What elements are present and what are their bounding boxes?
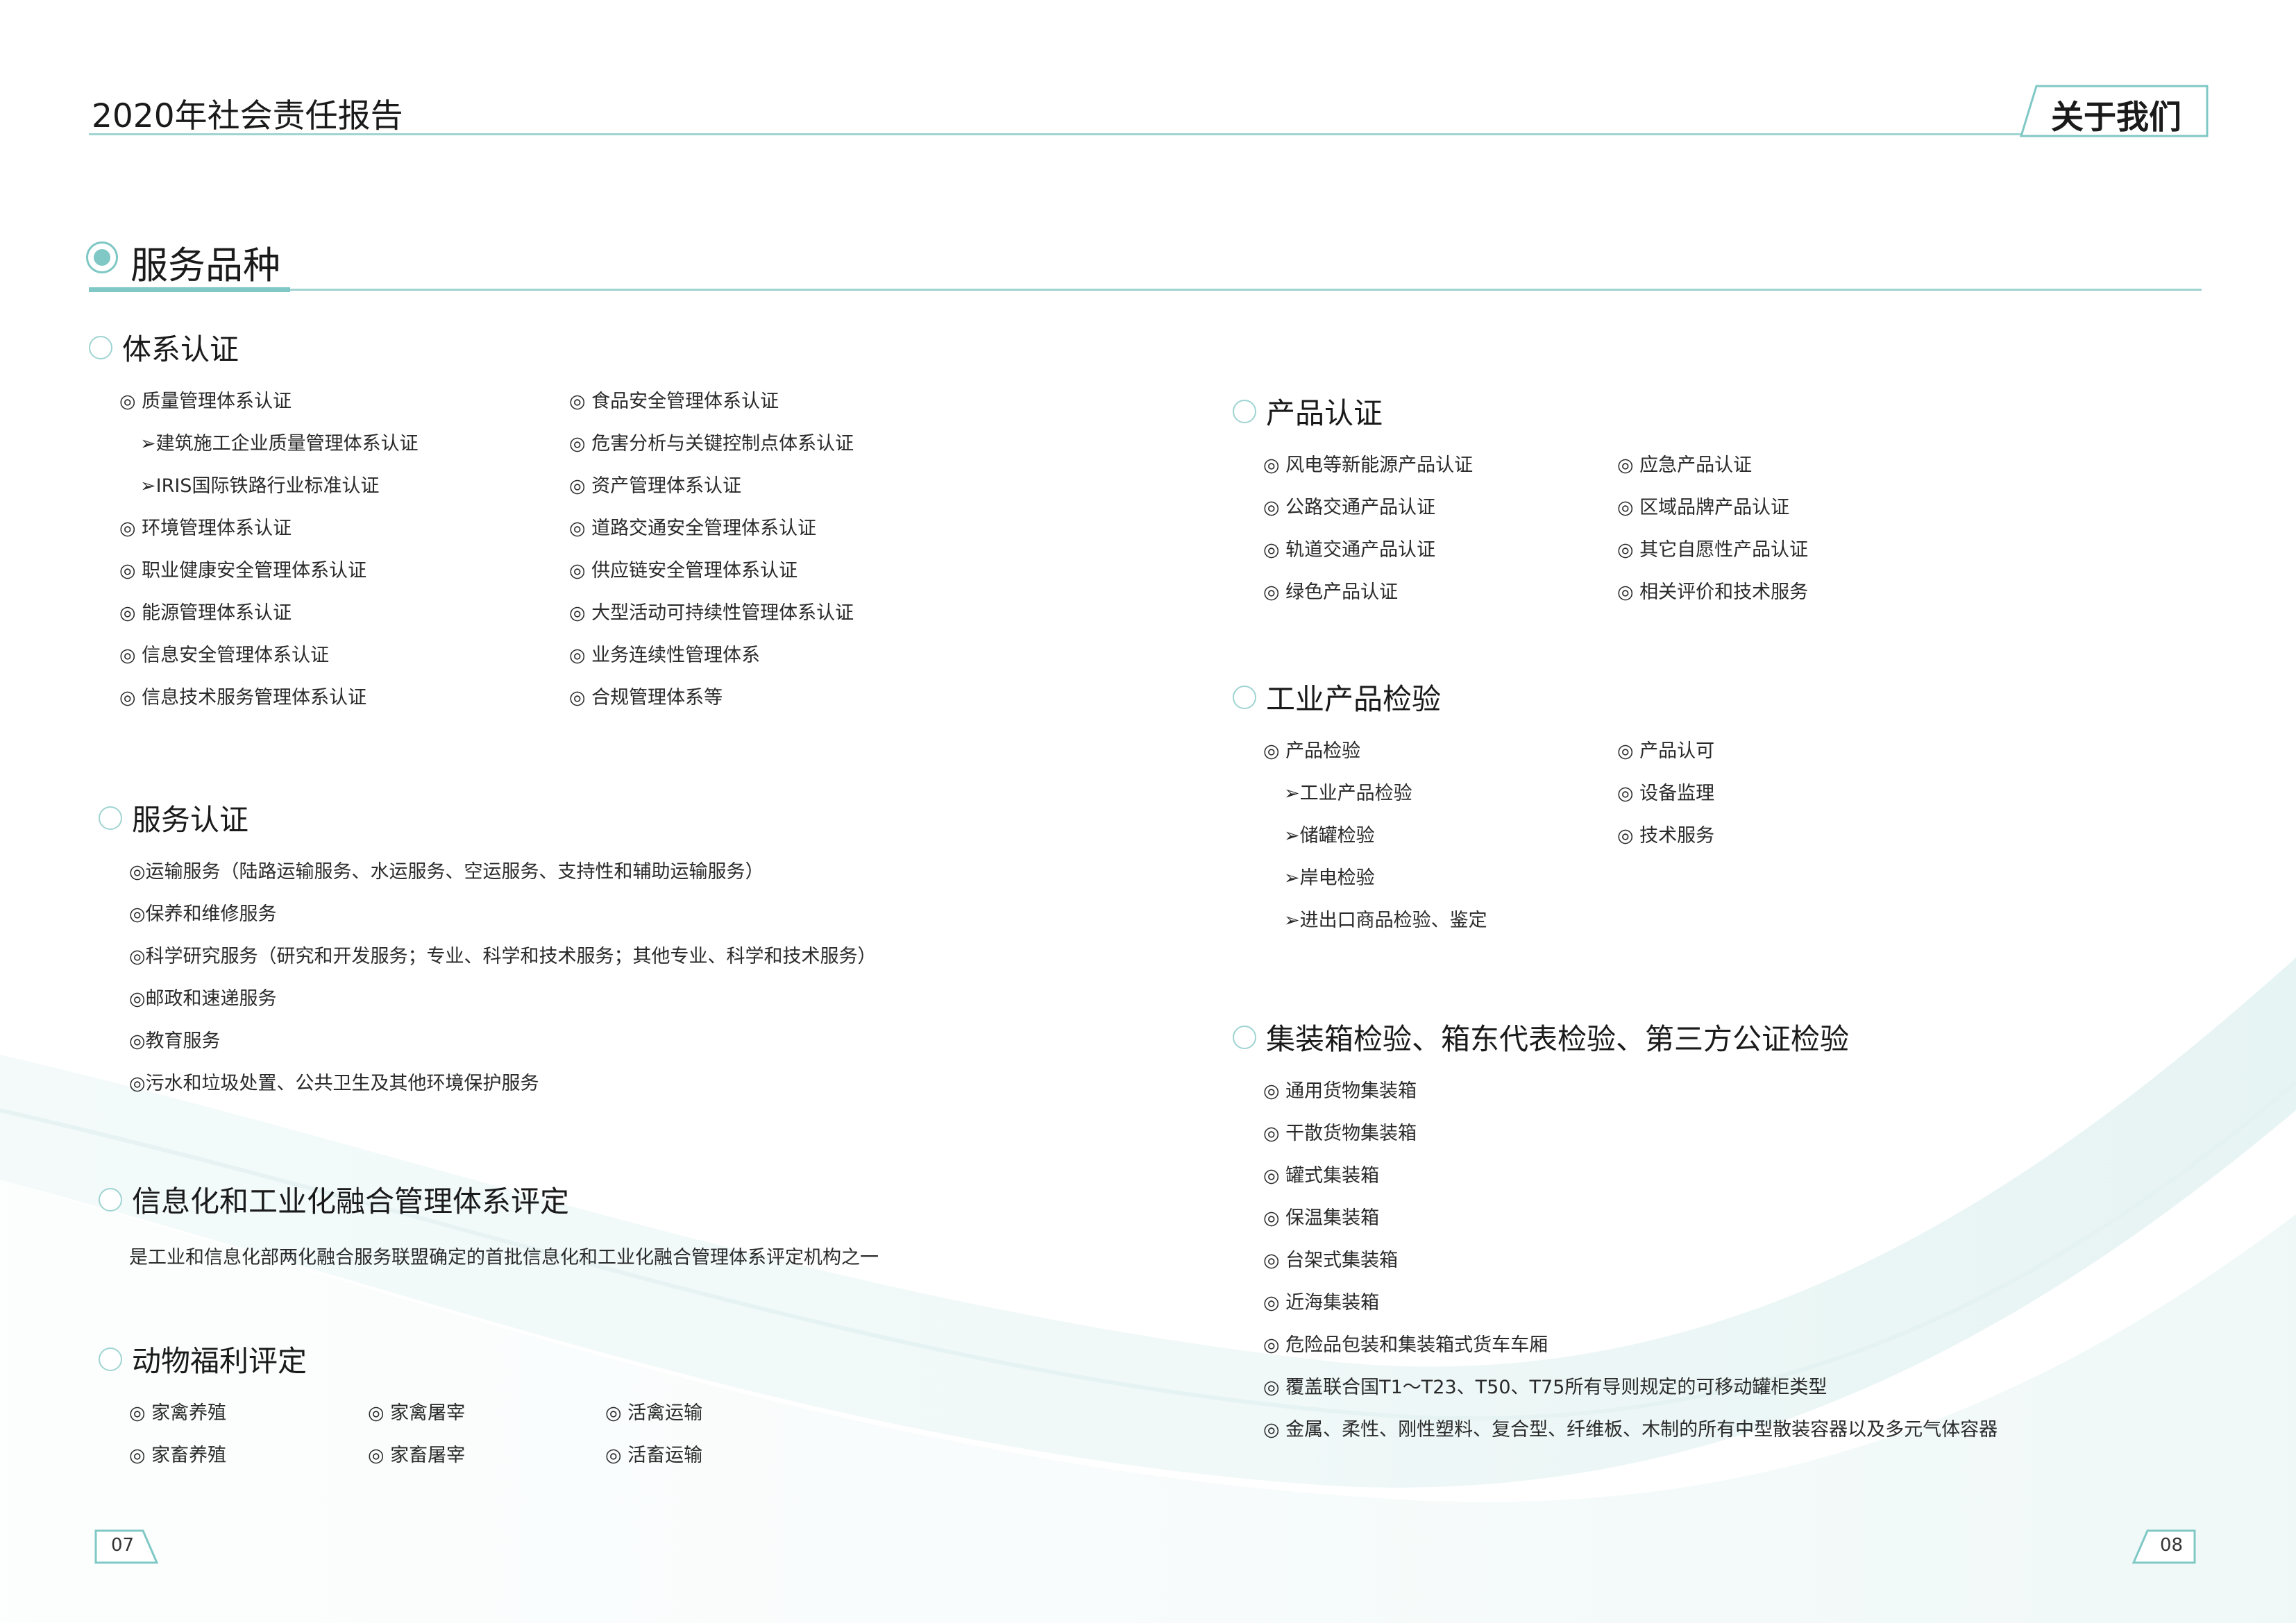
it-integration-heading: 信息化和工业化融合管理体系评定 [99, 1178, 569, 1221]
animal-welfare-list-2: ◎ 家禽屠宰 ◎ 家畜屠宰 [368, 1392, 465, 1477]
list-item: ◎ 活禽运输 [605, 1402, 703, 1424]
list-item: ◎ 公路交通产品认证 [1263, 497, 1436, 518]
list-item: ◎ 近海集装箱 [1263, 1292, 1380, 1314]
animal-welfare-list-1: ◎ 家禽养殖 ◎ 家畜养殖 [129, 1392, 226, 1477]
heading-circle-icon [89, 335, 112, 359]
section-tab-label: 关于我们 [2051, 99, 2181, 137]
list-item: ➢岸电检验 [1284, 867, 1375, 889]
list-item: ◎ 活畜运输 [605, 1445, 703, 1466]
list-item: ◎ 区域品牌产品认证 [1617, 497, 1790, 518]
list-item: ◎保养和维修服务 [129, 903, 277, 925]
system-cert-title: 体系认证 [122, 332, 239, 366]
list-item: ◎科学研究服务（研究和开发服务；专业、科学和技术服务；其他专业、科学和技术服务） [129, 946, 877, 967]
heading-circle-icon [99, 1187, 122, 1212]
list-item: ◎ 其它自愿性产品认证 [1617, 539, 1809, 561]
list-item: ➢进出口商品检验、鉴定 [1284, 910, 1487, 931]
list-item: ◎ 业务连续性管理体系 [569, 645, 761, 666]
it-integration-desc: 是工业和信息化部两化融合服务联盟确定的首批信息化和工业化融合管理体系评定机构之一 [129, 1247, 879, 1268]
report-title: 2020年社会责任报告 [92, 97, 403, 135]
list-item: ◎污水和垃圾处置、公共卫生及其他环境保护服务 [129, 1073, 539, 1094]
list-item: ◎ 设备监理 [1617, 783, 1715, 804]
product-cert-title: 产品认证 [1266, 396, 1383, 430]
list-item: ◎ 信息技术服务管理体系认证 [119, 687, 367, 708]
container-inspection-title: 集装箱检验、箱东代表检验、第三方公证检验 [1266, 1022, 1850, 1056]
page-number-left: 07 [111, 1535, 135, 1556]
list-item: ◎ 罐式集装箱 [1263, 1165, 1380, 1187]
list-item: ◎ 危害分析与关键控制点体系认证 [569, 433, 854, 454]
list-item: ◎ 家畜屠宰 [368, 1445, 466, 1466]
industrial-inspection-heading: 工业产品检验 [1233, 676, 1441, 718]
list-item: ➢工业产品检验 [1284, 783, 1412, 804]
list-item: ◎ 保温集装箱 [1263, 1207, 1380, 1229]
list-item: ◎ 能源管理体系认证 [119, 602, 292, 624]
list-item: ◎ 通用货物集装箱 [1263, 1080, 1417, 1102]
service-cert-heading: 服务认证 [99, 797, 248, 839]
list-item: ◎ 大型活动可持续性管理体系认证 [569, 602, 854, 624]
list-item: ◎ 覆盖联合国T1～T23、T50、T75所有导则规定的可移动罐柜类型 [1263, 1377, 1827, 1398]
system-cert-list-2: ◎ 食品安全管理体系认证 ◎ 危害分析与关键控制点体系认证 ◎ 资产管理体系认证 ◎ … [569, 380, 854, 719]
list-item: ◎ 道路交通安全管理体系认证 [569, 518, 817, 539]
heading-circle-icon [1233, 399, 1256, 423]
list-item: ◎ 合规管理体系等 [569, 687, 723, 708]
main-title-marker [86, 241, 118, 273]
list-item: ◎ 家禽养殖 [129, 1402, 227, 1424]
list-item: ◎ 职业健康安全管理体系认证 [119, 560, 367, 581]
list-item: ◎ 应急产品认证 [1617, 454, 1753, 476]
list-item: ◎ 干散货物集装箱 [1263, 1123, 1417, 1144]
list-item: ◎教育服务 [129, 1030, 221, 1052]
list-item: ◎ 绿色产品认证 [1263, 581, 1399, 603]
list-item: ◎ 产品检验 [1263, 740, 1361, 762]
list-item: ◎邮政和速递服务 [129, 988, 277, 1010]
list-item: ➢建筑施工企业质量管理体系认证 [140, 433, 419, 454]
main-title-underline [89, 287, 290, 292]
system-cert-heading: 体系认证 [89, 326, 239, 368]
list-item: ◎ 轨道交通产品认证 [1263, 539, 1436, 561]
heading-circle-icon [99, 1347, 122, 1371]
main-title: 服务品种 [130, 244, 280, 287]
list-item: ◎ 危险品包装和集装箱式货车车厢 [1263, 1334, 1548, 1356]
list-item: ◎ 资产管理体系认证 [569, 475, 742, 497]
list-item: ◎ 质量管理体系认证 [119, 391, 292, 412]
list-item: ◎ 信息安全管理体系认证 [119, 645, 330, 666]
list-item: ◎运输服务（陆路运输服务、水运服务、空运服务、支持性和辅助运输服务） [129, 861, 764, 883]
product-cert-heading: 产品认证 [1233, 390, 1383, 432]
heading-circle-icon [1233, 1025, 1256, 1049]
product-cert-list-2: ◎ 应急产品认证 ◎ 区域品牌产品认证 ◎ 其它自愿性产品认证 ◎ 相关评价和技术服务 [1617, 444, 1808, 613]
list-item: ◎ 家畜养殖 [129, 1445, 227, 1466]
list-item: ◎ 台架式集装箱 [1263, 1250, 1399, 1271]
list-item: ➢储罐检验 [1284, 825, 1375, 847]
list-item: ◎ 产品认可 [1617, 740, 1715, 762]
list-item: ◎ 风电等新能源产品认证 [1263, 454, 1474, 476]
service-cert-title: 服务认证 [132, 803, 249, 837]
list-item: ➢IRIS国际铁路行业标准认证 [140, 475, 380, 497]
header-rule [89, 133, 2029, 135]
container-inspection-heading: 集装箱检验、箱东代表检验、第三方公证检验 [1233, 1016, 1849, 1058]
list-item: ◎ 技术服务 [1617, 825, 1715, 847]
main-title-rule [89, 289, 2202, 291]
system-cert-list-1: ◎ 质量管理体系认证 ➢建筑施工企业质量管理体系认证 ➢IRIS国际铁路行业标准认证… [119, 380, 419, 719]
heading-circle-icon [99, 806, 122, 830]
service-cert-list: ◎运输服务（陆路运输服务、水运服务、空运服务、支持性和辅助运输服务） ◎保养和维修… [129, 851, 877, 1105]
industrial-inspection-title: 工业产品检验 [1266, 682, 1442, 716]
list-item: ◎ 环境管理体系认证 [119, 518, 292, 539]
list-item: ◎ 家禽屠宰 [368, 1402, 466, 1424]
page-number-right: 08 [2160, 1535, 2184, 1556]
heading-circle-icon [1233, 685, 1256, 709]
list-item: ◎ 相关评价和技术服务 [1617, 581, 1809, 603]
product-cert-list-1: ◎ 风电等新能源产品认证 ◎ 公路交通产品认证 ◎ 轨道交通产品认证 ◎ 绿色产品认证 [1263, 444, 1473, 613]
list-item: ◎ 食品安全管理体系认证 [569, 391, 779, 412]
animal-welfare-title: 动物福利评定 [132, 1344, 307, 1378]
animal-welfare-list-3: ◎ 活禽运输 ◎ 活畜运输 [605, 1392, 702, 1477]
list-item: ◎ 金属、柔性、刚性塑料、复合型、纤维板、木制的所有中型散装容器以及多元气体容器 [1263, 1419, 1998, 1441]
it-integration-title: 信息化和工业化融合管理体系评定 [132, 1184, 570, 1218]
container-inspection-list: ◎ 通用货物集装箱 ◎ 干散货物集装箱 ◎ 罐式集装箱 ◎ 保温集装箱 ◎ 台架式集装箱… [1263, 1070, 1998, 1451]
animal-welfare-heading: 动物福利评定 [99, 1338, 307, 1380]
industrial-inspection-list-1: ◎ 产品检验 ➢工业产品检验 ➢储罐检验 ➢岸电检验 ➢进出口商品检验、鉴定 [1263, 730, 1487, 942]
list-item: ◎ 供应链安全管理体系认证 [569, 560, 798, 581]
industrial-inspection-list-2: ◎ 产品认可 ◎ 设备监理 ◎ 技术服务 [1617, 730, 1714, 857]
